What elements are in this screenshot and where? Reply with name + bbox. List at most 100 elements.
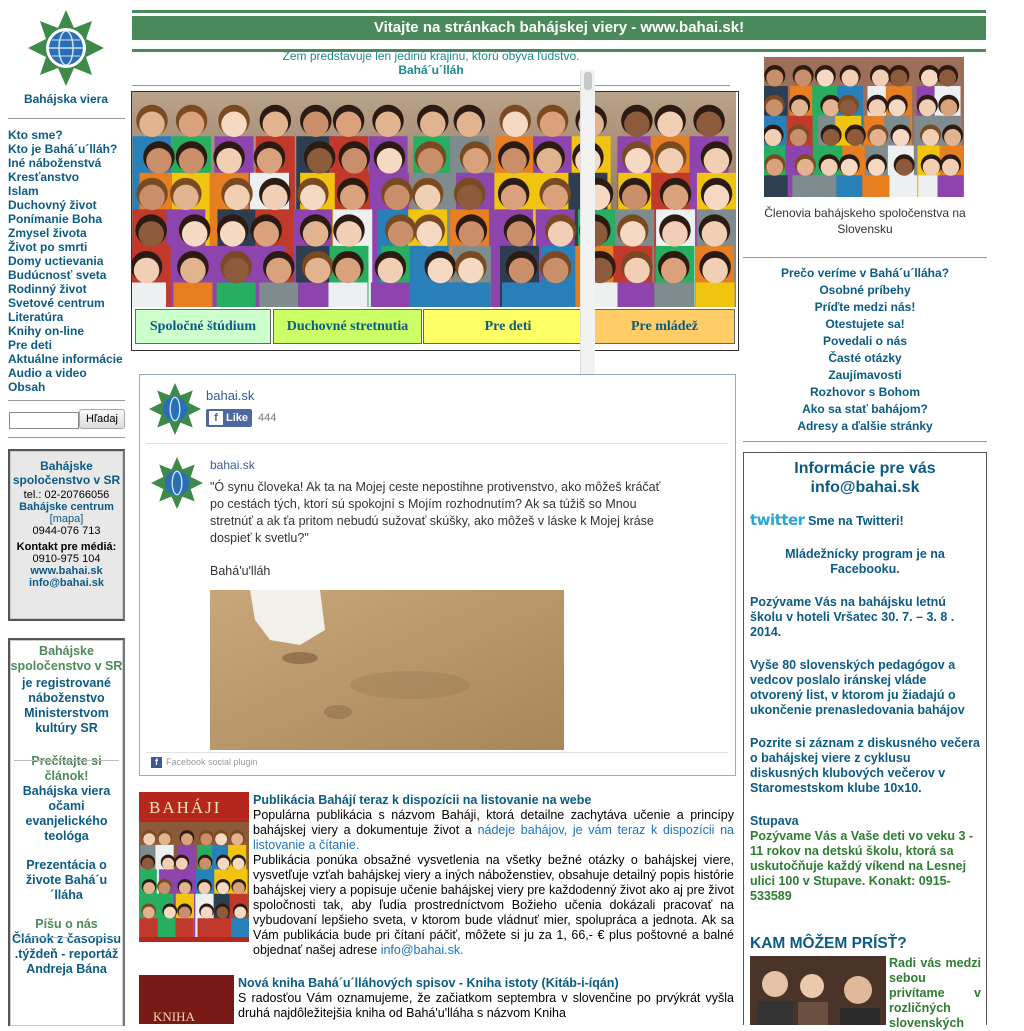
news-item[interactable]: Pozývame Vás na bahájsku letnú školu v h… — [750, 595, 980, 640]
bahaji-book-cover[interactable]: BAHÁJI — [139, 792, 249, 942]
nav-link[interactable]: Kto sme? — [8, 128, 123, 142]
page-logo-icon[interactable] — [149, 383, 201, 435]
tab-youth[interactable]: Pre mládež — [594, 309, 735, 344]
twitter-logo-icon: twitter — [750, 511, 805, 529]
facebook-icon: f — [151, 757, 162, 768]
like-label: Like — [226, 412, 249, 424]
social-plugin-footer: f Facebook social plugin — [151, 757, 258, 768]
nav-link[interactable]: Audio a video — [8, 366, 123, 380]
right-link[interactable]: Adresy a ďalšie stránky — [743, 418, 987, 435]
web-link[interactable]: www.bahai.sk — [10, 565, 123, 577]
community-title: Bahájske spoločenstvo v SR — [10, 644, 123, 673]
article-text-2: Publikácia ponúka obsažné vysvetlenia na… — [253, 853, 734, 957]
main-nav: Kto sme? Kto je Bahá´u´lláh? Iné náboženst… — [8, 128, 123, 394]
nav-link[interactable]: Domy uctievania — [8, 254, 123, 268]
press-article-link[interactable]: Článok z časopisu .týždeň - reportáž And… — [10, 932, 123, 977]
right-link[interactable]: Príďte medzi nás! — [743, 299, 987, 316]
twitter-row[interactable]: twitter Sme na Twitteri! — [750, 511, 986, 529]
contact-title: Bahájske spoločenstvo v SR — [12, 459, 121, 487]
page-name-link[interactable]: bahai.sk — [206, 388, 254, 403]
book-cover-kniha[interactable]: KNIHA — [139, 975, 234, 1024]
nav-link[interactable]: Ponímanie Boha — [8, 212, 123, 226]
info-panel: Informácie pre vás info@bahai.sk twitter… — [743, 452, 987, 1030]
nav-link[interactable]: Aktuálne informácie — [8, 352, 123, 366]
nav-link[interactable]: Knihy on-line — [8, 324, 123, 338]
registered-text: je registrované náboženstvo Ministerstvo… — [22, 676, 111, 735]
footprints-sand-image[interactable] — [210, 590, 564, 750]
like-button[interactable]: f Like — [206, 409, 252, 427]
contact-phone: 0944-076 713 — [32, 525, 101, 537]
cover-title-2: KNIHA — [153, 1009, 195, 1024]
about-title: Píšu o nás — [35, 917, 98, 931]
post-author-link[interactable]: bahai.sk — [210, 458, 255, 472]
divider — [743, 257, 987, 258]
nav-link[interactable]: Duchovný život — [8, 198, 123, 212]
article-link[interactable]: Bahájska viera očami evanjelického teoló… — [10, 784, 123, 844]
map-link[interactable]: [mapa] — [10, 513, 123, 525]
site-name-link[interactable]: Bahájska viera — [0, 92, 132, 106]
news-list: Pozývame Vás na bahájsku letnú školu v h… — [750, 595, 980, 904]
scrollbar-thumb[interactable] — [584, 72, 592, 90]
tab-children[interactable]: Pre deti — [423, 309, 593, 344]
page-title: Vitajte na stránkach bahájskej viery - w… — [132, 16, 986, 40]
facebook-f-icon: f — [209, 411, 223, 425]
cover-photo — [139, 822, 249, 937]
plugin-label: Facebook social plugin — [166, 757, 258, 767]
nav-link[interactable]: Život po smrti — [8, 240, 123, 254]
news-item[interactable]: Mládežnícky program je na Facebooku. — [754, 547, 976, 577]
like-count: 444 — [258, 412, 277, 424]
right-link[interactable]: Otestujete sa! — [743, 316, 987, 333]
search-button[interactable]: Hľadaj — [79, 409, 125, 429]
article-body: Populárna publikácia s názvom Baháji, kt… — [253, 808, 734, 958]
order-email-link[interactable]: info@bahai.sk. — [381, 943, 464, 957]
news-item[interactable]: Vyše 80 slovenských pedagógov a vedcov p… — [750, 658, 980, 718]
nav-link[interactable]: Zmysel života — [8, 226, 123, 240]
right-link[interactable]: Osobné príbehy — [743, 282, 987, 299]
right-link[interactable]: Rozhovor s Bohom — [743, 384, 987, 401]
right-links: Prečo veríme v Bahá´u´lláha? Osobné príbe… — [743, 265, 987, 435]
right-link[interactable]: Povedali o nás — [743, 333, 987, 350]
tab-devotions[interactable]: Duchovné stretnutia — [273, 309, 422, 344]
article-title-link[interactable]: Publikácia Bahájí teraz k dispozícii na … — [253, 793, 591, 807]
cover-title: BAHÁJI — [149, 798, 222, 817]
nav-link[interactable]: Literatúra — [8, 310, 123, 324]
contact-box: Bahájske spoločenstvo v SR tel.: 02-2076… — [8, 449, 125, 621]
tab-study[interactable]: Spoločné štúdium — [135, 309, 271, 344]
facebook-widget: bahai.sk f Like 444 bahai.sk "Ó synu člov… — [139, 374, 736, 776]
article-title-link-2[interactable]: Nová kniha Bahá´u´lláhových spisov - Kni… — [238, 976, 619, 990]
community-photo[interactable] — [764, 57, 964, 197]
right-link[interactable]: Ako sa stať bahájom? — [743, 401, 987, 418]
nav-link[interactable]: Kto je Bahá´u´lláh? — [8, 142, 123, 156]
right-link[interactable]: Časté otázky — [743, 350, 987, 367]
right-link[interactable]: Prečo veríme v Bahá´u´lláha? — [743, 265, 987, 282]
divider — [14, 760, 119, 761]
twitter-text: Sme na Twitteri! — [808, 514, 904, 528]
nav-link[interactable]: Budúcnosť sveta — [8, 268, 123, 282]
scrollbar[interactable] — [580, 70, 595, 375]
post-signature: Bahá'u'lláh — [210, 564, 271, 578]
divider — [8, 437, 125, 438]
news-item[interactable]: Pozrite si záznam z diskusného večera o … — [750, 736, 980, 796]
presentation-link[interactable]: Prezentácia o živote Bahá´u ´lláha — [10, 858, 123, 903]
nav-link[interactable]: Islam — [8, 184, 123, 198]
nav-link[interactable]: Svetové centrum — [8, 296, 123, 310]
media-label: Kontakt pre médiá: — [16, 541, 117, 553]
right-link[interactable]: Zaujímavosti — [743, 367, 987, 384]
nav-link[interactable]: Kresťanstvo — [8, 170, 123, 184]
meeting-photo[interactable] — [750, 956, 886, 1025]
divider — [146, 443, 728, 444]
media-phone: 0910-975 104 — [32, 553, 101, 565]
email-link[interactable]: info@bahai.sk — [10, 577, 123, 589]
stupava-text[interactable]: Pozývame Vás a Vaše deti vo veku 3 - 11 … — [750, 829, 980, 904]
nav-link[interactable]: Rodinný život — [8, 282, 123, 296]
nav-link[interactable]: Pre deti — [8, 338, 123, 352]
info-email[interactable]: info@bahai.sk — [744, 478, 986, 497]
post-avatar-icon[interactable] — [151, 457, 203, 509]
center-link[interactable]: Bahájske centrum — [10, 501, 123, 513]
nav-link[interactable]: Obsah — [8, 380, 123, 394]
search-input[interactable] — [9, 412, 79, 429]
nav-link[interactable]: Iné náboženstvá — [8, 156, 123, 170]
where-title: KAM MÔŽEM PRÍSŤ? — [750, 935, 907, 952]
divider — [14, 937, 119, 938]
bahai-star-logo-icon[interactable] — [28, 10, 104, 86]
